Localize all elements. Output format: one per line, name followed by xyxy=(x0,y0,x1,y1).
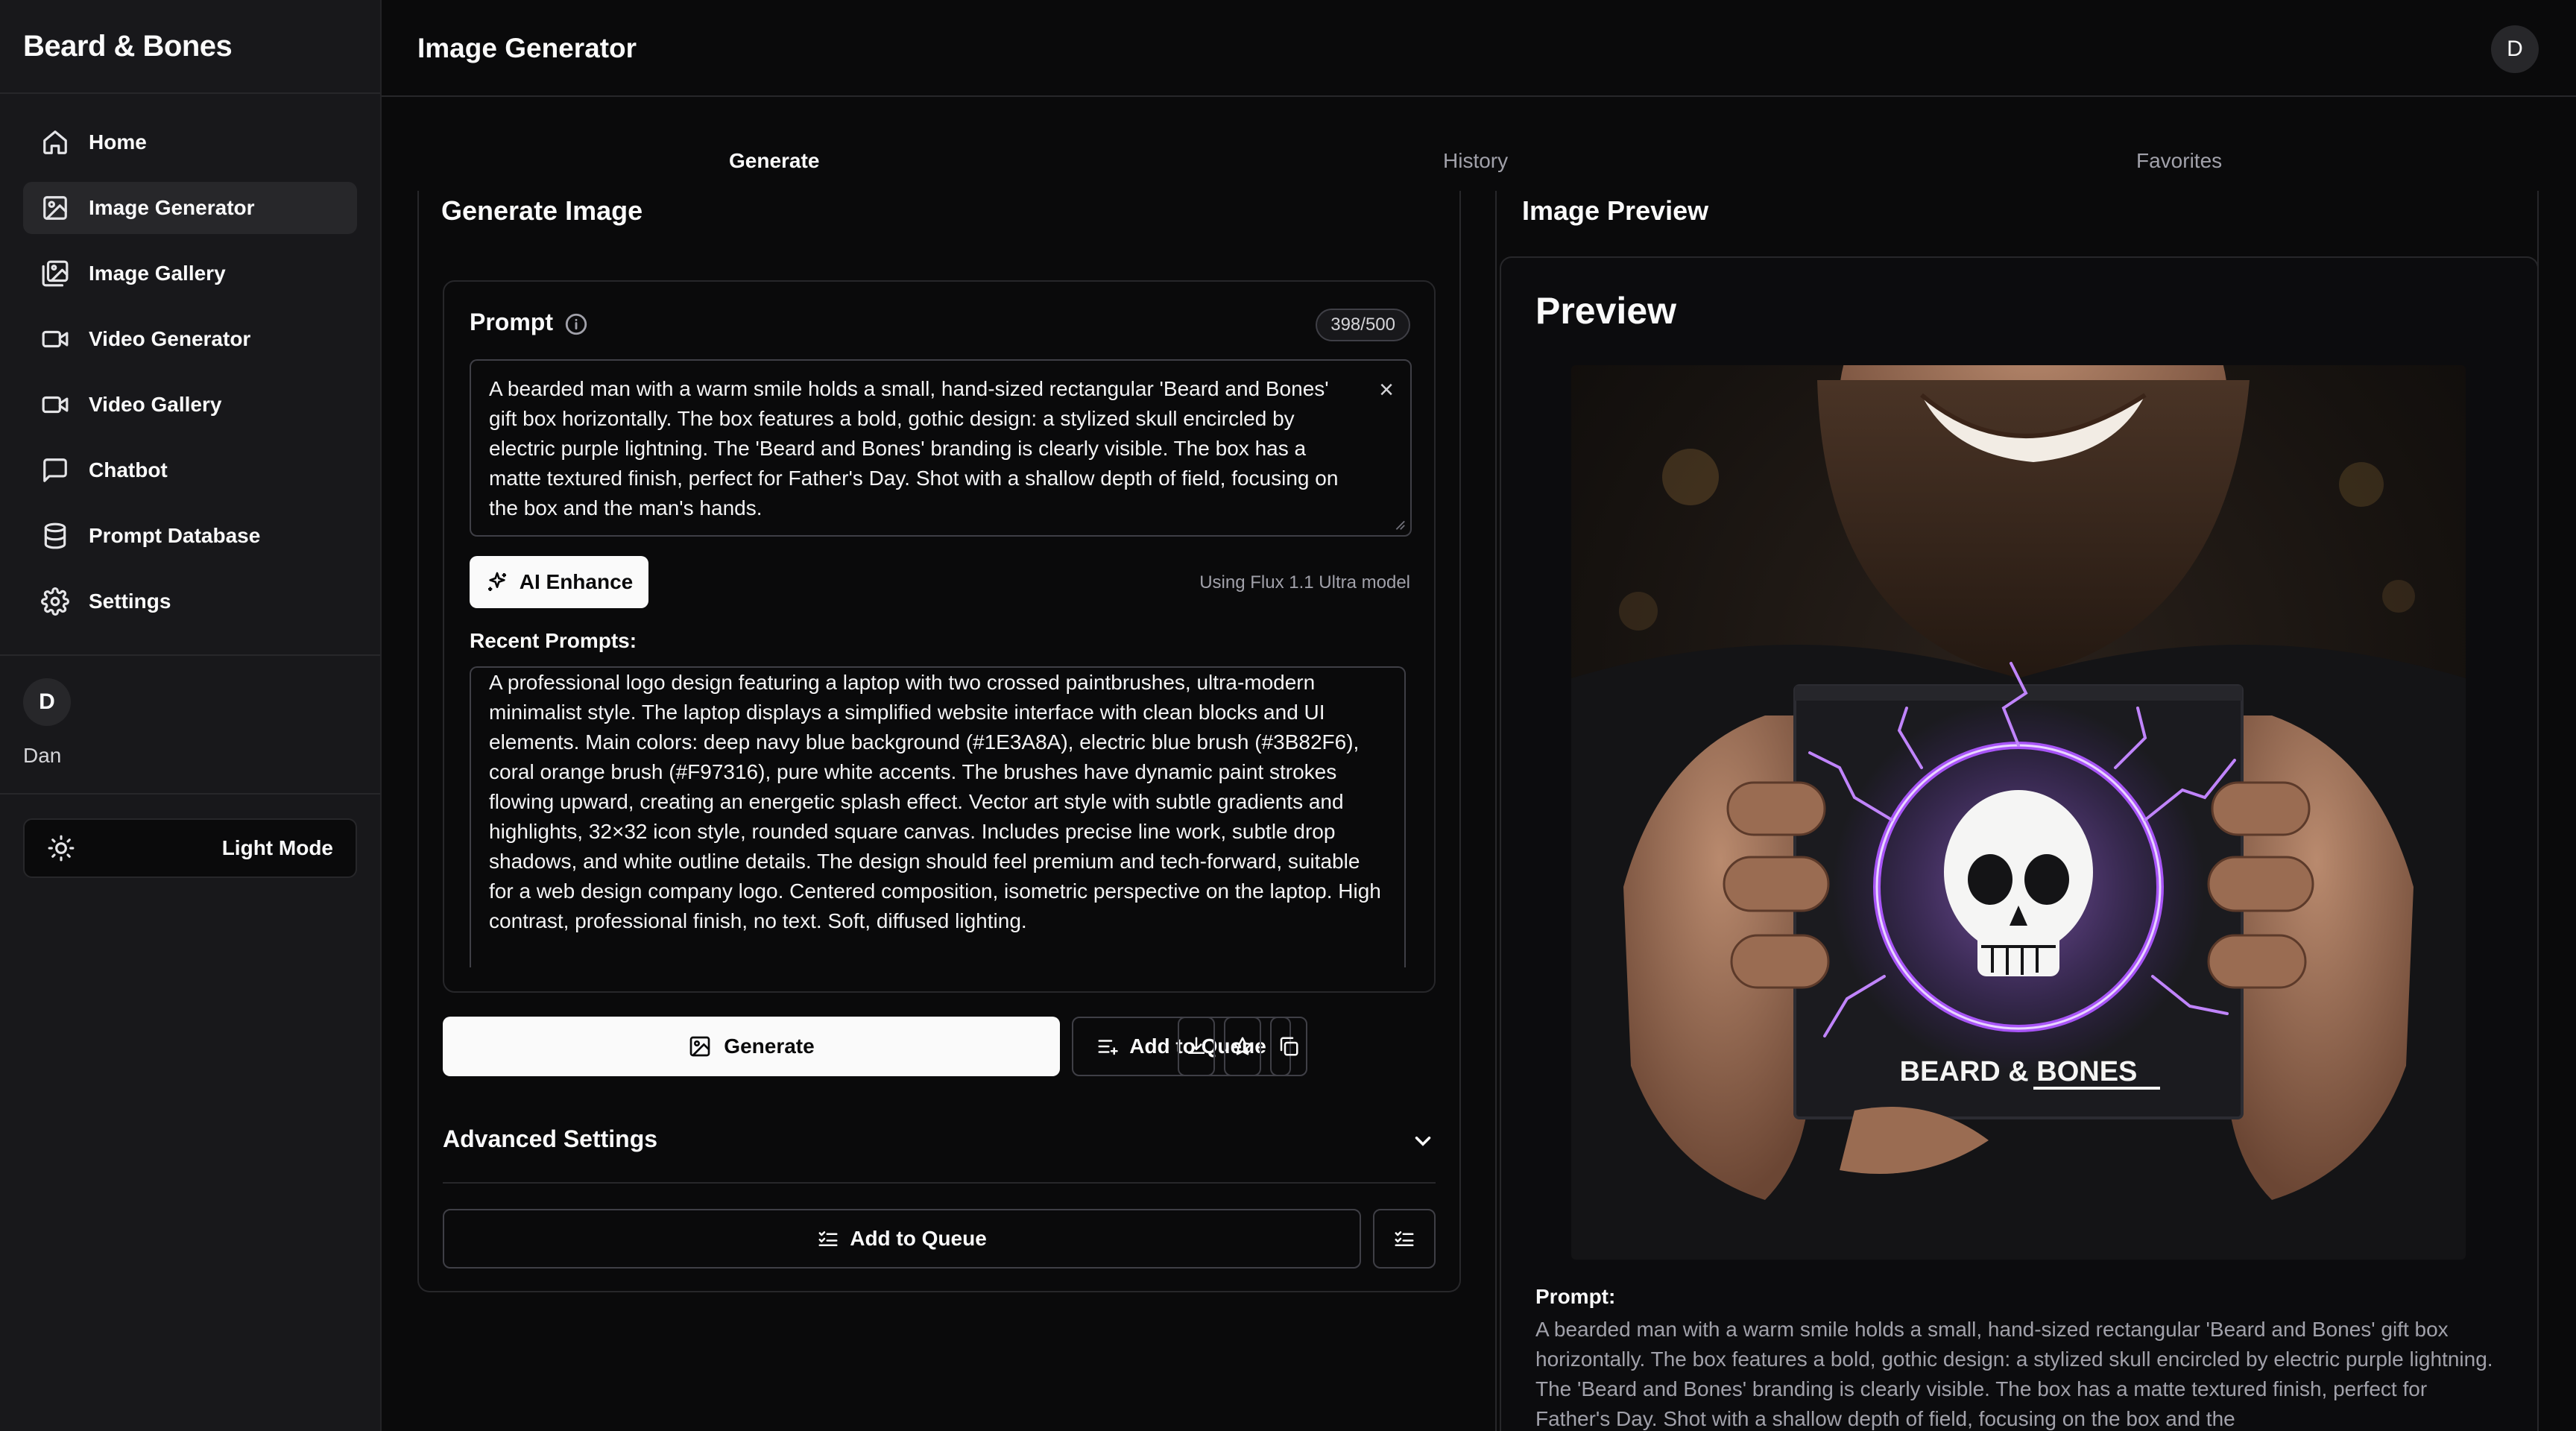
sidebar-item-image-generator[interactable]: Image Generator xyxy=(23,182,357,234)
light-mode-label: Light Mode xyxy=(221,836,333,859)
video-icon xyxy=(42,396,69,414)
generate-panel-title: Generate Image xyxy=(441,195,643,226)
ai-enhance-button[interactable]: AI Enhance xyxy=(470,556,648,608)
video-icon xyxy=(42,330,69,348)
brand: Beard & Bones xyxy=(0,0,380,94)
prompt-label: Prompt xyxy=(470,309,553,335)
chevron-down-icon[interactable] xyxy=(1410,1128,1436,1154)
gear-icon xyxy=(41,587,69,616)
sidebar-item-image-gallery[interactable]: Image Gallery xyxy=(23,247,357,300)
sidebar: Beard & Bones Home Image Generator Image… xyxy=(0,0,382,1431)
box-brand-text: BEARD & BONES xyxy=(1900,1056,2138,1087)
generate-button[interactable]: Generate xyxy=(443,1017,1060,1076)
recent-prompt-text: A professional logo design featuring a l… xyxy=(489,671,1381,932)
light-mode-button[interactable]: Light Mode xyxy=(23,818,357,878)
star-icon xyxy=(1233,1037,1252,1055)
sidebar-item-settings[interactable]: Settings xyxy=(23,575,357,628)
generate-label: Generate xyxy=(724,1034,815,1058)
ai-enhance-label: AI Enhance xyxy=(519,570,634,593)
sidebar-item-home[interactable]: Home xyxy=(23,116,357,168)
sidebar-nav: Home Image Generator Image Gallery Video… xyxy=(0,94,380,628)
copy-button[interactable] xyxy=(1270,1017,1307,1076)
image-icon xyxy=(43,196,67,220)
prompt-textarea[interactable]: A bearded man with a warm smile holds a … xyxy=(470,359,1412,537)
sidebar-item-video-gallery[interactable]: Video Gallery xyxy=(23,379,357,431)
sidebar-item-label: Image Gallery xyxy=(89,262,226,285)
user-name: Dan xyxy=(23,744,62,767)
sidebar-item-label: Home xyxy=(89,130,147,154)
sparkles-icon xyxy=(487,572,506,591)
preview-heading: Preview xyxy=(1535,290,1677,332)
model-note: Using Flux 1.1 Ultra model xyxy=(1199,572,1410,593)
info-icon[interactable] xyxy=(564,312,589,337)
sidebar-item-video-generator[interactable]: Video Generator xyxy=(23,313,357,365)
header-avatar[interactable]: D xyxy=(2491,25,2539,73)
home-icon xyxy=(43,130,67,154)
user-profile[interactable]: D Dan xyxy=(23,678,71,768)
resize-handle-icon[interactable] xyxy=(1392,517,1406,531)
sidebar-item-label: Video Gallery xyxy=(89,393,222,416)
generated-image-illustration: BEARD & BONES xyxy=(1571,365,2466,1260)
add-to-queue-wide-button[interactable]: Add to Queue xyxy=(443,1209,1361,1269)
preview-prompt-text: A bearded man with a warm smile holds a … xyxy=(1535,1318,2493,1430)
add-to-queue-wide-label: Add to Queue xyxy=(850,1227,987,1250)
favorite-button[interactable] xyxy=(1224,1017,1261,1076)
database-icon xyxy=(44,522,66,549)
queue-list-button[interactable] xyxy=(1373,1209,1436,1269)
avatar: D xyxy=(23,678,71,726)
sidebar-divider xyxy=(0,654,380,656)
advanced-settings-toggle[interactable]: Advanced Settings xyxy=(443,1125,657,1153)
tab-favorites[interactable]: Favorites xyxy=(2136,149,2222,173)
brand-name: Beard & Bones xyxy=(23,29,233,63)
list-check-icon xyxy=(818,1231,838,1246)
image-preview-title: Image Preview xyxy=(1522,195,1709,226)
page-title: Image Generator xyxy=(417,33,637,63)
chat-icon xyxy=(43,458,67,482)
tab-history[interactable]: History xyxy=(1443,149,1508,173)
download-button[interactable] xyxy=(1178,1017,1215,1076)
top-header: Image Generator D xyxy=(382,0,2576,97)
sidebar-item-prompt-database[interactable]: Prompt Database xyxy=(23,510,357,562)
download-icon xyxy=(1187,1037,1205,1054)
image-icon xyxy=(689,1036,710,1057)
copy-icon xyxy=(1280,1037,1298,1056)
gallery-icon xyxy=(42,260,69,287)
char-count-badge: 398/500 xyxy=(1316,309,1410,341)
list-check-icon xyxy=(1395,1231,1414,1246)
sun-icon xyxy=(48,835,75,862)
recent-prompts-label: Recent Prompts: xyxy=(470,629,637,652)
generated-image[interactable]: BEARD & BONES xyxy=(1571,365,2466,1260)
sidebar-item-label: Prompt Database xyxy=(89,524,261,547)
recent-prompt-item[interactable]: A professional logo design featuring a l… xyxy=(470,666,1406,967)
sidebar-item-label: Video Generator xyxy=(89,327,251,350)
prompt-text: A bearded man with a warm smile holds a … xyxy=(489,377,1339,519)
prompt-card: Prompt 398/500 A bearded man with a warm… xyxy=(443,280,1436,993)
sidebar-item-label: Chatbot xyxy=(89,458,168,481)
divider xyxy=(443,1182,1436,1184)
close-icon[interactable]: × xyxy=(1379,377,1394,402)
tab-generate[interactable]: Generate xyxy=(729,149,819,173)
preview-prompt-label: Prompt: xyxy=(1535,1285,1616,1308)
sidebar-item-chatbot[interactable]: Chatbot xyxy=(23,444,357,496)
sidebar-item-label: Settings xyxy=(89,590,171,613)
sidebar-divider xyxy=(0,793,380,795)
sidebar-item-label: Image Generator xyxy=(89,196,255,219)
list-add-icon xyxy=(1098,1040,1118,1055)
